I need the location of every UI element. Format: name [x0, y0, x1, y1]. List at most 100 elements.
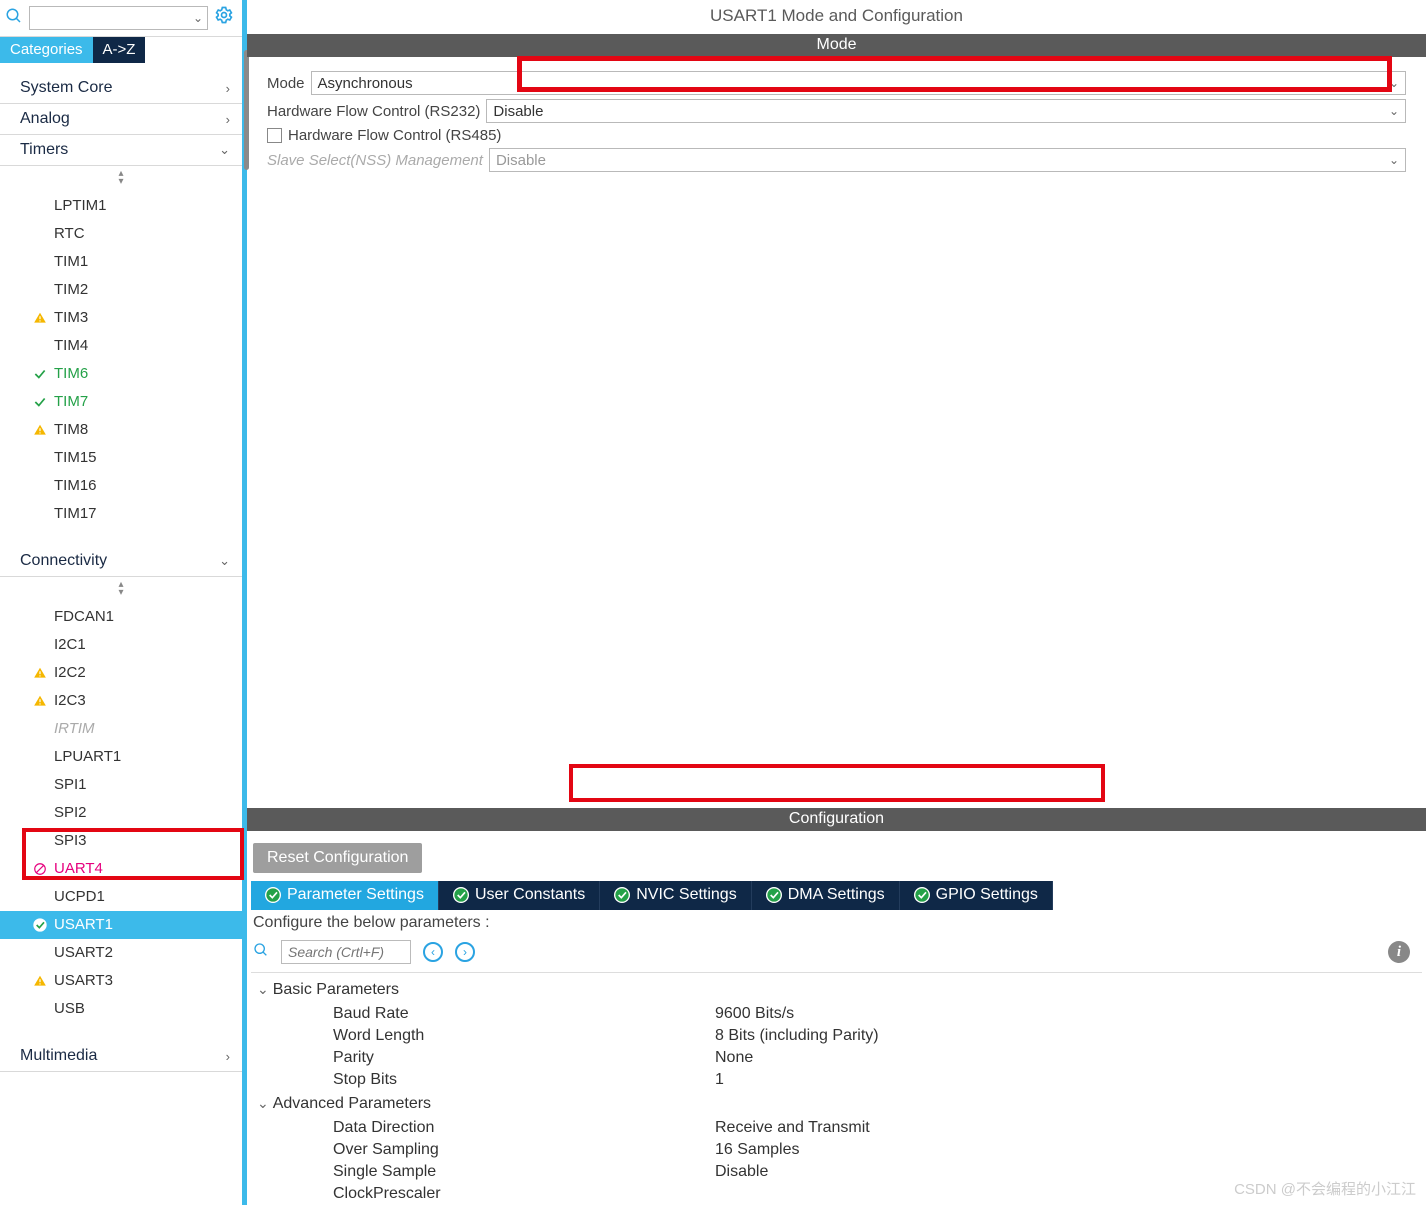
- tree-item-label: USART3: [54, 969, 113, 993]
- tree-item[interactable]: USART2: [0, 939, 242, 967]
- param-row[interactable]: Over Sampling16 Samples: [257, 1139, 1422, 1161]
- tree-item[interactable]: TIM7: [0, 388, 242, 416]
- section-system-core[interactable]: System Core ›: [0, 73, 242, 104]
- tree-item-label: TIM16: [54, 474, 97, 498]
- tree-item[interactable]: TIM6: [0, 360, 242, 388]
- subtab[interactable]: GPIO Settings: [900, 881, 1053, 910]
- tree-item-label: TIM6: [54, 362, 88, 386]
- timers-tree: LPTIM1RTCTIM1TIM2TIM3TIM4TIM6TIM7TIM8TIM…: [0, 190, 242, 546]
- subtab[interactable]: NVIC Settings: [600, 881, 751, 910]
- tree-item-label: USART2: [54, 941, 113, 965]
- config-section-header: Configuration: [247, 808, 1426, 831]
- tab-a-to-z[interactable]: A->Z: [93, 37, 146, 63]
- subtab[interactable]: DMA Settings: [752, 881, 900, 910]
- param-search-input[interactable]: [281, 940, 411, 964]
- param-value: 8 Bits (including Parity): [715, 1027, 1422, 1045]
- tree-item-label: TIM4: [54, 334, 88, 358]
- param-row[interactable]: ParityNone: [257, 1047, 1422, 1069]
- tree-item-label: I2C2: [54, 661, 86, 685]
- tree-item[interactable]: RTC: [0, 220, 242, 248]
- main-panel: USART1 Mode and Configuration Mode Mode …: [247, 0, 1426, 1205]
- param-row[interactable]: Word Length8 Bits (including Parity): [257, 1025, 1422, 1047]
- nss-combo: Disable ⌄: [489, 148, 1406, 172]
- tree-item[interactable]: IRTIM: [0, 715, 242, 743]
- tree-item[interactable]: TIM17: [0, 500, 242, 528]
- prev-match-button[interactable]: ‹: [423, 942, 443, 962]
- tree-item-label: LPTIM1: [54, 194, 107, 218]
- section-multimedia[interactable]: Multimedia ›: [0, 1041, 242, 1072]
- param-value: 1: [715, 1071, 1422, 1089]
- group-basic-params[interactable]: Basic Parameters: [257, 977, 1422, 1003]
- search-input[interactable]: ⌄: [29, 6, 208, 30]
- next-match-button[interactable]: ›: [455, 942, 475, 962]
- tree-item[interactable]: TIM2: [0, 276, 242, 304]
- tree-item[interactable]: LPUART1: [0, 743, 242, 771]
- tree-item[interactable]: UCPD1: [0, 883, 242, 911]
- tree-item-label: UART4: [54, 857, 103, 881]
- page-title: USART1 Mode and Configuration: [247, 0, 1426, 34]
- group-advanced-params[interactable]: Advanced Parameters: [257, 1091, 1422, 1117]
- param-row[interactable]: Baud Rate9600 Bits/s: [257, 1003, 1422, 1025]
- tree-item-label: FDCAN1: [54, 605, 114, 629]
- config-hint: Configure the below parameters :: [251, 910, 1422, 936]
- tree-item[interactable]: UART4: [0, 855, 242, 883]
- tree-item-label: TIM17: [54, 502, 97, 526]
- chevron-down-icon: ⌄: [1389, 76, 1399, 90]
- tree-item-label: I2C1: [54, 633, 86, 657]
- tree-item[interactable]: TIM3: [0, 304, 242, 332]
- tree-item-label: RTC: [54, 222, 85, 246]
- info-icon[interactable]: i: [1388, 941, 1410, 963]
- tree-item[interactable]: I2C3: [0, 687, 242, 715]
- mode-section-header: Mode: [247, 34, 1426, 57]
- tree-item[interactable]: TIM4: [0, 332, 242, 360]
- param-name: Data Direction: [333, 1119, 715, 1137]
- tree-item[interactable]: LPTIM1: [0, 192, 242, 220]
- param-name: Over Sampling: [333, 1141, 715, 1159]
- param-name: Parity: [333, 1049, 715, 1067]
- tree-item[interactable]: TIM1: [0, 248, 242, 276]
- sort-hint-icon: ▴▾: [0, 166, 242, 190]
- tree-item[interactable]: SPI3: [0, 827, 242, 855]
- connectivity-tree: FDCAN1 I2C1 I2C2 I2C3IRTIMLPUART1SPI1SPI2SP…: [0, 601, 242, 1041]
- section-timers[interactable]: Timers ⌄: [0, 135, 242, 166]
- hw485-checkbox[interactable]: [267, 128, 282, 143]
- gear-icon[interactable]: [214, 5, 234, 31]
- config-area: Reset Configuration Parameter SettingsUs…: [247, 831, 1426, 1205]
- tree-item[interactable]: I2C2: [0, 659, 242, 687]
- tree-item-label: TIM7: [54, 390, 88, 414]
- section-label: System Core: [20, 79, 112, 97]
- reset-config-button[interactable]: Reset Configuration: [253, 843, 422, 873]
- section-label: Multimedia: [20, 1047, 97, 1065]
- param-name: Stop Bits: [333, 1071, 715, 1089]
- tree-item[interactable]: USART1: [0, 911, 242, 939]
- tree-item[interactable]: SPI1: [0, 771, 242, 799]
- tree-item[interactable]: SPI2: [0, 799, 242, 827]
- subtab[interactable]: Parameter Settings: [251, 881, 439, 910]
- tree-item[interactable]: TIM16: [0, 472, 242, 500]
- tree-item[interactable]: TIM8: [0, 416, 242, 444]
- param-row[interactable]: Data DirectionReceive and Transmit: [257, 1117, 1422, 1139]
- tree-item[interactable]: I2C1: [0, 631, 242, 659]
- section-analog[interactable]: Analog ›: [0, 104, 242, 135]
- param-name: Word Length: [333, 1027, 715, 1045]
- tree-item[interactable]: FDCAN1: [0, 603, 242, 631]
- search-icon: [5, 7, 23, 30]
- param-value: Receive and Transmit: [715, 1119, 1422, 1137]
- tree-item-label: I2C3: [54, 689, 86, 713]
- warn-icon: [32, 694, 48, 708]
- tree-item[interactable]: USART3: [0, 967, 242, 995]
- hw232-combo[interactable]: Disable ⌄: [486, 99, 1406, 123]
- section-connectivity[interactable]: Connectivity ⌄: [0, 546, 242, 577]
- tree-item[interactable]: TIM15: [0, 444, 242, 472]
- watermark: CSDN @不会编程的小江江: [1234, 1178, 1416, 1199]
- tree-item-label: SPI3: [54, 829, 87, 853]
- tree-item-label: USART1: [54, 913, 113, 937]
- param-row[interactable]: Stop Bits1: [257, 1069, 1422, 1091]
- mode-combo[interactable]: Asynchronous ⌄: [311, 71, 1406, 95]
- tree-item-label: SPI1: [54, 773, 87, 797]
- subtab[interactable]: User Constants: [439, 881, 600, 910]
- warn-icon: [32, 974, 48, 988]
- tree-item[interactable]: USB: [0, 995, 242, 1023]
- tab-categories[interactable]: Categories: [0, 37, 93, 63]
- hw232-label: Hardware Flow Control (RS232): [267, 103, 480, 120]
